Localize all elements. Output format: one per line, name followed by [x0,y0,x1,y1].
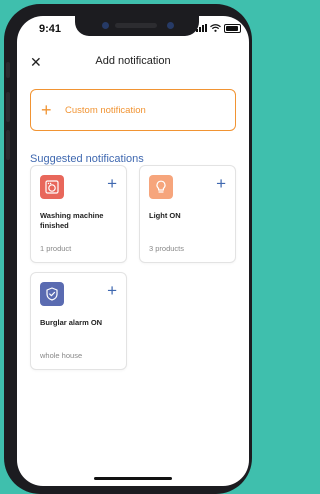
washing-machine-icon [40,175,64,199]
add-plus-icon[interactable]: + [107,175,117,192]
status-bar: 9:41 [17,16,249,40]
app-screen: 9:41 ✕ Add notification + Custom notific… [17,16,249,486]
sensor-icon [167,22,174,29]
suggested-heading: Suggested notifications [30,153,144,165]
card-title: Burglar alarm ON [40,318,103,327]
speaker-grille [115,23,157,28]
home-indicator[interactable] [94,477,172,480]
lightbulb-icon [149,175,173,199]
card-subtitle: 3 products [149,244,185,253]
header: ✕ Add notification [17,52,249,74]
wifi-icon [210,24,221,32]
page-title: Add notification [95,55,171,67]
phone-frame: 9:41 ✕ Add notification + Custom notific… [4,4,252,494]
card-subtitle: 1 product [40,244,72,253]
front-camera-icon [102,22,109,29]
signal-icon [196,24,207,32]
plus-icon: + [41,100,52,120]
custom-notification-label: Custom notification [65,104,146,116]
card-title: Washing machine finished [40,211,104,230]
card-washing-machine[interactable]: + Washing machine finished 1 product [30,165,127,263]
status-icons [196,23,241,33]
mute-switch [6,62,10,78]
volume-up-button [6,92,10,122]
status-time: 9:41 [39,23,62,35]
add-plus-icon[interactable]: + [216,175,226,192]
add-plus-icon[interactable]: + [107,282,117,299]
card-light-on[interactable]: + Light ON 3 products [139,165,236,263]
card-subtitle: whole house [40,351,83,360]
volume-down-button [6,130,10,160]
card-title: Light ON [149,211,181,220]
custom-notification-button[interactable]: + Custom notification [30,89,236,131]
notch [75,16,199,36]
card-burglar-alarm[interactable]: + Burglar alarm ON whole house [30,272,127,370]
battery-icon [224,23,241,33]
shield-check-icon [40,282,64,306]
